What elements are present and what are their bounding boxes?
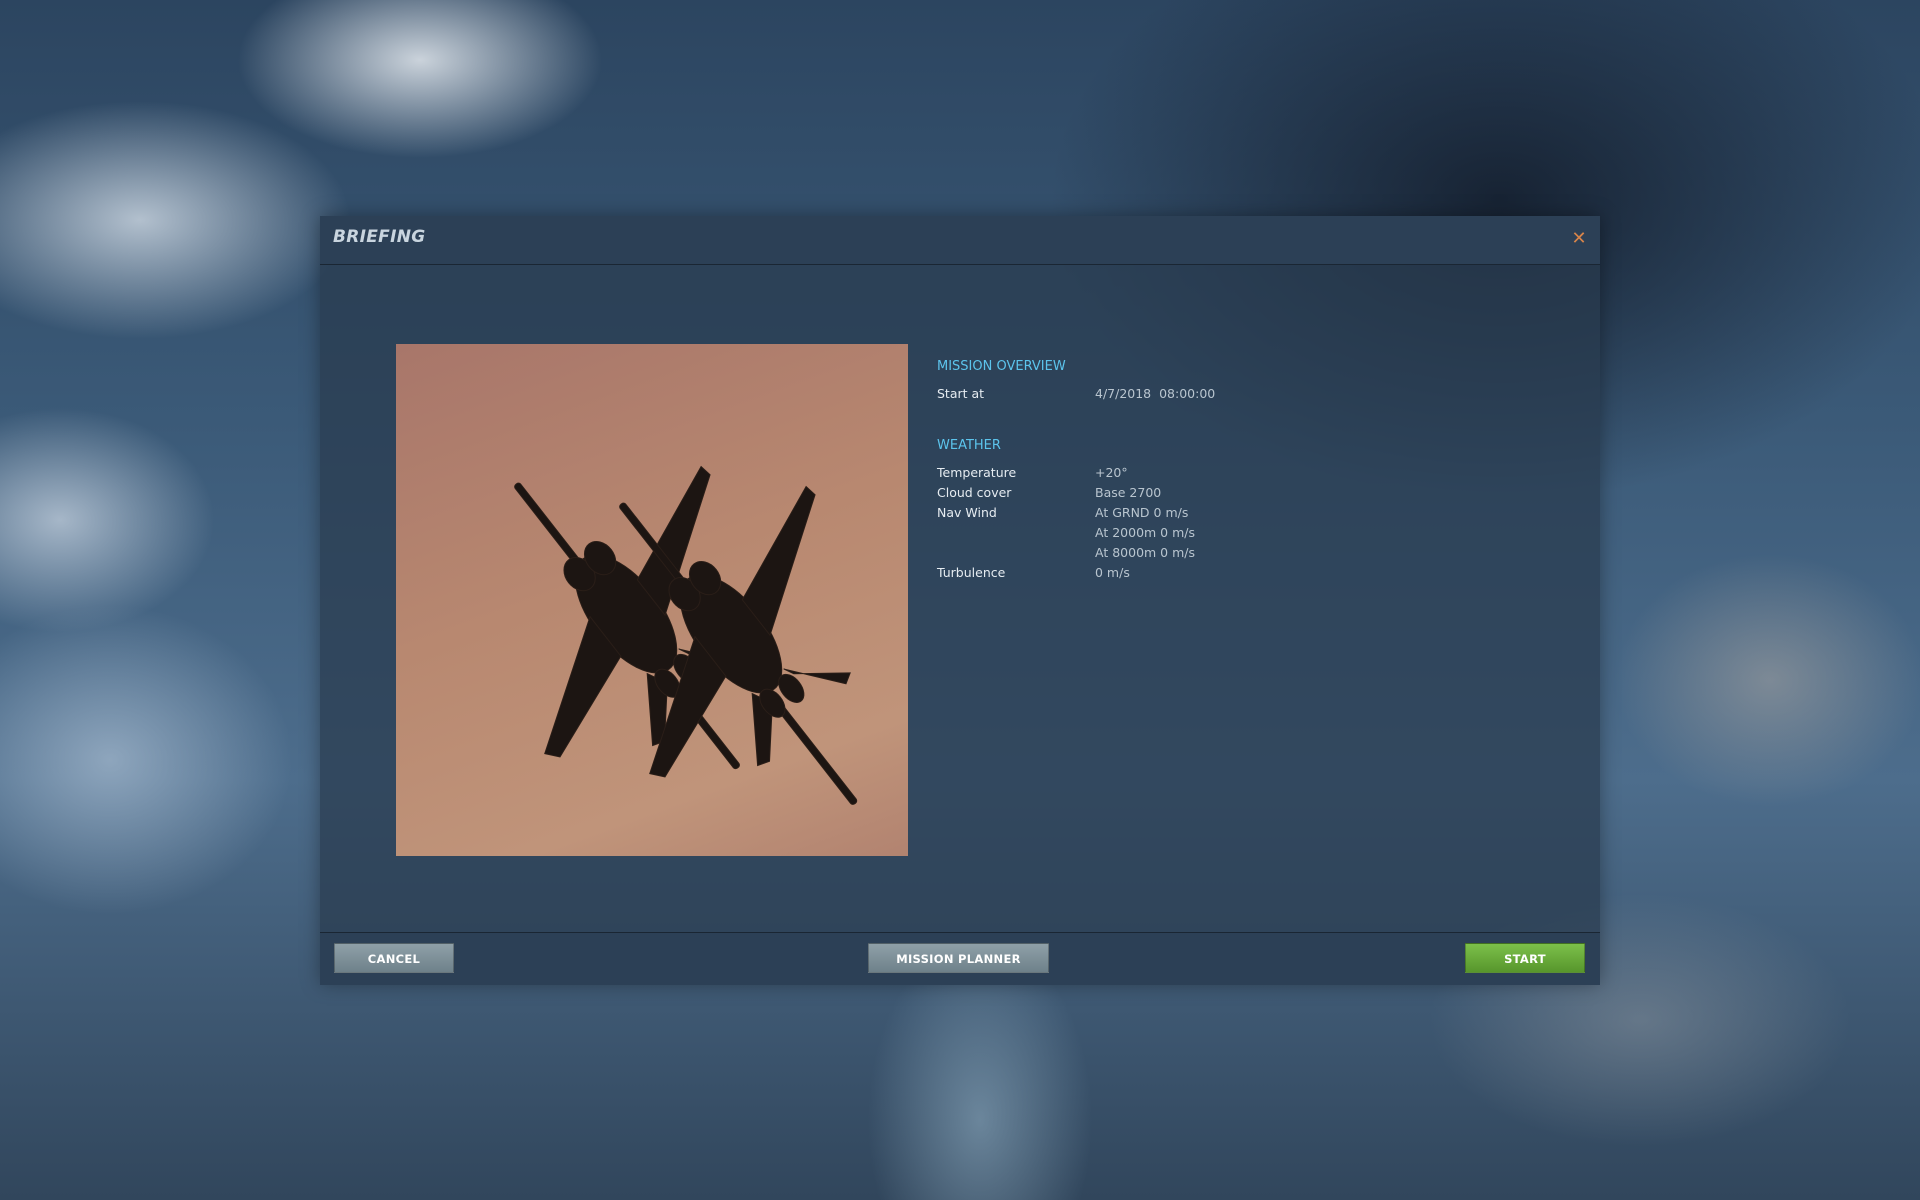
nav-wind-label: Nav Wind bbox=[937, 505, 997, 520]
nav-wind-row: Nav Wind At GRND 0 m/s bbox=[937, 503, 1537, 523]
cloud-cover-label: Cloud cover bbox=[937, 485, 1012, 500]
temperature-row: Temperature +20° bbox=[937, 463, 1537, 483]
start-button[interactable]: START bbox=[1465, 943, 1585, 973]
mission-overview-heading: MISSION OVERVIEW bbox=[937, 359, 1066, 374]
nav-wind-value-ground: At GRND 0 m/s bbox=[1095, 505, 1189, 520]
aircraft-silhouette-icon bbox=[514, 465, 858, 805]
start-at-row: Start at 4/7/2018 08:00:00 bbox=[937, 384, 1537, 404]
mission-planner-button[interactable]: MISSION PLANNER bbox=[868, 943, 1049, 973]
cloud-cover-row: Cloud cover Base 2700 bbox=[937, 483, 1537, 503]
dialog-footer: CANCEL MISSION PLANNER START bbox=[320, 932, 1600, 985]
temperature-value: +20° bbox=[1095, 465, 1128, 480]
start-at-label: Start at bbox=[937, 386, 985, 401]
cancel-button[interactable]: CANCEL bbox=[334, 943, 454, 973]
temperature-label: Temperature bbox=[937, 465, 1017, 480]
nav-wind-row-8000: At 8000m 0 m/s bbox=[937, 543, 1537, 563]
mission-image bbox=[396, 344, 908, 856]
dialog-titlebar: BRIEFING ✕ bbox=[320, 216, 1600, 265]
briefing-dialog: BRIEFING ✕ MISSION OVERVIEW Start at 4/7… bbox=[320, 216, 1600, 985]
mission-info-panel: MISSION OVERVIEW Start at 4/7/2018 08:00… bbox=[937, 358, 1537, 583]
nav-wind-row-2000: At 2000m 0 m/s bbox=[937, 523, 1537, 543]
nav-wind-value-8000: At 8000m 0 m/s bbox=[1095, 545, 1195, 560]
dialog-title: BRIEFING bbox=[333, 227, 426, 247]
close-icon[interactable]: ✕ bbox=[1568, 228, 1590, 250]
nav-wind-value-2000: At 2000m 0 m/s bbox=[1095, 525, 1195, 540]
start-at-value: 4/7/2018 08:00:00 bbox=[1095, 386, 1216, 401]
turbulence-value: 0 m/s bbox=[1095, 565, 1130, 580]
cloud-cover-value: Base 2700 bbox=[1095, 485, 1162, 500]
turbulence-row: Turbulence 0 m/s bbox=[937, 563, 1537, 583]
weather-heading: WEATHER bbox=[937, 438, 1001, 453]
turbulence-label: Turbulence bbox=[937, 565, 1006, 580]
